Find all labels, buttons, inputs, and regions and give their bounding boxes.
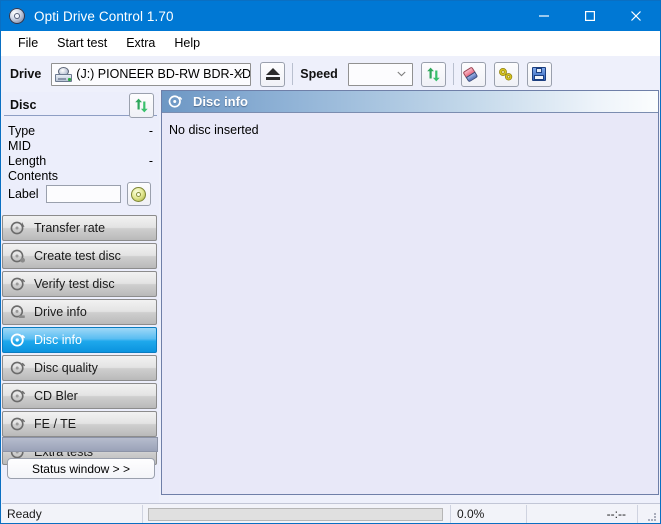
disc-bler-icon: [10, 388, 26, 404]
optical-drive-icon: [55, 66, 73, 82]
save-button[interactable]: [526, 61, 552, 87]
window-title: Opti Drive Control 1.70: [34, 8, 174, 24]
close-button[interactable]: [613, 1, 659, 31]
cd-disc-icon: [8, 7, 26, 25]
disc-group-title: Disc: [10, 97, 37, 112]
statusbar-divider-1: [142, 505, 143, 523]
chevron-down-icon: [397, 71, 406, 77]
status-window-button[interactable]: Status window > >: [7, 458, 155, 479]
save-icon: [532, 67, 547, 81]
title-bar: Opti Drive Control 1.70: [1, 1, 660, 31]
disc-label-input[interactable]: [45, 185, 121, 203]
field-label: MID: [8, 139, 31, 153]
disc-read-icon: [131, 186, 147, 202]
statusbar-divider-4: [637, 505, 638, 523]
speed-label: Speed: [300, 67, 338, 81]
disc-verify-icon: [10, 276, 26, 292]
content-panel-header: Disc info: [162, 91, 658, 113]
statusbar-divider-3: [526, 505, 527, 523]
settings-gears-icon: [498, 67, 514, 82]
sidebar-filler-strip: [2, 437, 158, 452]
menu-bar: File Start test Extra Help: [1, 31, 660, 56]
menu-item-start-test[interactable]: Start test: [48, 33, 117, 54]
sidebar-item-label: Disc info: [34, 333, 82, 347]
sidebar-item-disc-info[interactable]: Disc info: [2, 327, 157, 353]
chevron-down-icon: [235, 71, 244, 77]
refresh-icon: [426, 67, 441, 82]
sidebar-item-label: Transfer rate: [34, 221, 106, 235]
content-pane: Disc info No disc inserted: [161, 90, 659, 495]
disc-field-type: Type -: [8, 124, 153, 140]
resize-grip-icon[interactable]: [646, 511, 657, 522]
eject-icon: [265, 67, 280, 81]
toolbar-divider-1: [292, 63, 294, 85]
time-remaining: --:--: [606, 507, 626, 521]
menu-item-file[interactable]: File: [9, 33, 48, 54]
sidebar-item-create-test-disc[interactable]: Create test disc: [2, 243, 157, 269]
progress-bar: [148, 508, 443, 521]
sidebar-item-label: FE / TE: [34, 417, 77, 431]
sidebar-item-label: Disc quality: [34, 361, 98, 375]
drive-select-value: (J:) PIONEER BD-RW BDR-XD04 1.30: [76, 67, 251, 81]
drive-label: Drive: [10, 67, 42, 81]
maximize-button[interactable]: [567, 1, 613, 31]
status-text: Ready: [7, 507, 42, 521]
toolbar-divider-2: [452, 63, 454, 85]
disc-group-header: Disc: [4, 93, 157, 118]
content-panel-title: Disc info: [193, 94, 248, 109]
disc-field-mid: MID: [8, 139, 153, 155]
disc-write-icon: [10, 248, 26, 264]
disc-info-group: Disc Type - MID Length - Contents Label: [2, 92, 159, 215]
status-bar: Ready 0.0% --:--: [2, 503, 660, 523]
field-value: -: [148, 154, 153, 168]
disc-info-icon: [10, 332, 26, 348]
content-panel-body: No disc inserted: [162, 114, 658, 494]
disc-fete-icon: [10, 416, 26, 432]
sidebar-item-label: CD Bler: [34, 389, 78, 403]
disc-field-length: Length -: [8, 154, 153, 170]
eject-button[interactable]: [260, 61, 286, 87]
statusbar-divider-2: [450, 505, 451, 523]
field-label: Length: [8, 154, 47, 168]
field-label: Type: [8, 124, 36, 138]
disc-speed-icon: [10, 220, 26, 236]
sidebar-item-verify-test-disc[interactable]: Verify test disc: [2, 271, 157, 297]
speed-select[interactable]: [347, 62, 413, 86]
refresh-icon: [134, 98, 149, 113]
sidebar-item-transfer-rate[interactable]: Transfer rate: [2, 215, 157, 241]
menu-item-extra[interactable]: Extra: [117, 33, 165, 54]
erase-disc-button[interactable]: [460, 61, 486, 87]
drive-info-icon: [10, 304, 26, 320]
sidebar-item-label: Verify test disc: [34, 277, 115, 291]
field-label: Contents: [8, 169, 59, 183]
sidebar-item-disc-quality[interactable]: Disc quality: [2, 355, 157, 381]
minimize-button[interactable]: [521, 1, 567, 31]
no-disc-message: No disc inserted: [169, 123, 259, 137]
menu-item-help[interactable]: Help: [165, 33, 210, 54]
label-field-label: Label: [8, 187, 39, 201]
settings-button[interactable]: [493, 61, 519, 87]
window-controls: [521, 1, 660, 31]
disc-label-row: Label: [8, 182, 158, 206]
read-disc-label-button[interactable]: [126, 182, 151, 206]
field-value: -: [148, 124, 153, 138]
drive-toolbar: Drive (J:) PIONEER BD-RW BDR-XD04 1.30 S…: [1, 56, 660, 92]
sidebar-item-drive-info[interactable]: Drive info: [2, 299, 157, 325]
progress-percent: 0.0%: [457, 507, 485, 521]
drive-select[interactable]: (J:) PIONEER BD-RW BDR-XD04 1.30: [51, 62, 252, 86]
sidebar-item-label: Create test disc: [34, 249, 121, 263]
left-pane: Disc Type - MID Length - Contents Label …: [2, 92, 159, 503]
disc-info-icon: [168, 94, 183, 109]
app-window: Opti Drive Control 1.70 File Start test …: [0, 0, 661, 524]
sidebar-item-label: Drive info: [34, 305, 87, 319]
sidebar-item-cd-bler[interactable]: CD Bler: [2, 383, 157, 409]
disc-quality-icon: [10, 360, 26, 376]
refresh-drive-button[interactable]: [420, 61, 446, 87]
refresh-disc-button[interactable]: [129, 93, 154, 118]
sidebar-nav: Transfer rate Create test disc Verify te…: [2, 215, 159, 467]
erase-disc-icon: [462, 64, 484, 84]
sidebar-item-fe-te[interactable]: FE / TE: [2, 411, 157, 437]
